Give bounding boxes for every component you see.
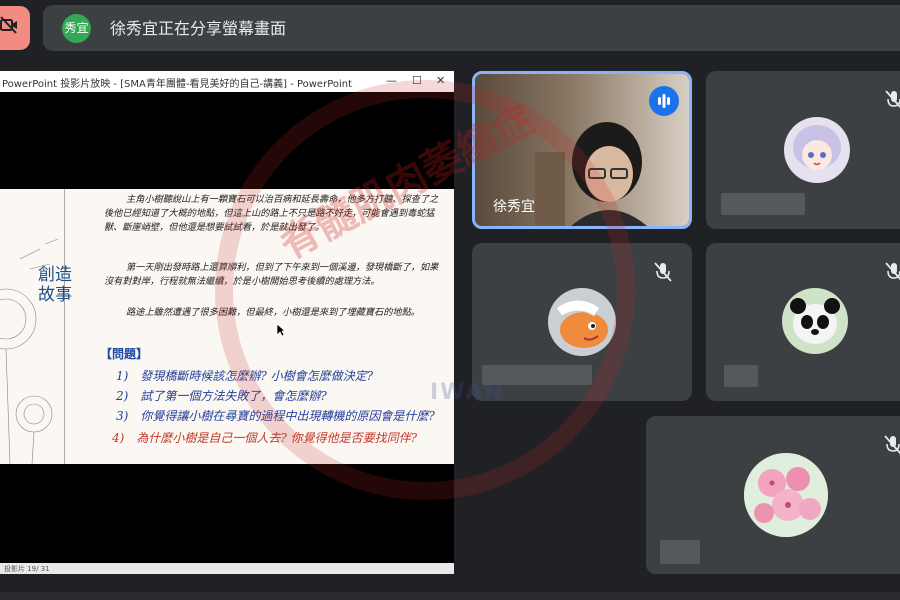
participant-tile-3[interactable] — [472, 243, 692, 401]
participant-name-redacted — [660, 540, 700, 564]
questions-heading: 【問題】 — [100, 347, 149, 361]
participant-avatar — [784, 117, 850, 183]
maximize-icon[interactable]: ☐ — [412, 74, 422, 87]
participant-tile-2[interactable] — [706, 71, 900, 229]
participant-name-redacted — [482, 365, 592, 385]
participant-tile-4[interactable] — [706, 243, 900, 401]
participant-avatar — [744, 453, 828, 537]
question-3: 3) 你覺得讓小樹在尋寶的過程中出現轉機的原因會是什麼? — [116, 409, 435, 423]
mic-off-icon — [654, 262, 672, 282]
mic-off-icon — [885, 262, 900, 281]
story-paragraph-1: 主角小樹聽說山上有一顆寶石可以治百病和延長壽命，他多方打聽、探查了之後他已經知道… — [104, 194, 439, 233]
dandelion-decoration — [0, 238, 59, 464]
screen-share-text: 徐秀宜正在分享螢幕畫面 — [110, 19, 287, 38]
presenter-avatar: 秀宜 — [62, 14, 91, 43]
camera-off-button[interactable] — [0, 6, 30, 50]
participant-name-redacted — [721, 193, 805, 215]
minimize-icon[interactable]: — — [386, 74, 397, 87]
slide: 創造故事 主角小樹聽說山上有一顆寶石可以治百病和延長壽命，他多方打聽、探查了之後… — [0, 189, 454, 464]
participant-tile-speaker[interactable]: 徐秀宜 — [472, 71, 692, 229]
question-1: 1) 發現橋斷時候該怎麼辦? 小樹會怎麼做決定? — [116, 369, 373, 383]
mic-off-icon — [884, 435, 900, 455]
slide-counter: 投影片 19/ 31 — [4, 565, 50, 573]
shared-screen[interactable]: PowerPoint 投影片放映 - [SMA青年團體-看見美好的自己-講義] … — [0, 71, 454, 574]
slide-heading: 創造故事 — [38, 265, 72, 305]
bottom-control-bar — [0, 592, 900, 600]
close-icon[interactable]: ✕ — [436, 74, 445, 87]
question-2: 2) 試了第一個方法失敗了，會怎麼辦? — [116, 389, 327, 403]
story-paragraph-2: 第一天剛出發時路上還算順利，但到了下午來到一個溪邊，發現橋斷了，如果沒有對對岸，… — [104, 262, 439, 287]
participant-avatar — [548, 288, 616, 356]
mic-off-icon — [885, 90, 900, 109]
camera-off-icon — [0, 16, 17, 34]
ppt-title-bar: PowerPoint 投影片放映 - [SMA青年團體-看見美好的自己-講義] … — [0, 71, 454, 92]
participant-avatar — [782, 288, 848, 354]
question-4: 4) 為什麼小樹是自己一個人去? 你覺得他是否要找同伴? — [112, 431, 418, 445]
participant-name: 徐秀宜 — [493, 199, 535, 215]
ppt-status-bar: 投影片 19/ 31 — [0, 563, 454, 574]
participant-name-redacted — [724, 365, 758, 387]
speaking-indicator — [649, 86, 679, 116]
mouse-cursor-icon — [276, 323, 286, 337]
slide-divider — [64, 189, 65, 464]
story-paragraph-3: 路途上雖然遭遇了很多困難，但最終，小樹還是來到了埋藏寶石的地點。 — [126, 307, 420, 318]
participant-tile-5[interactable] — [646, 416, 900, 574]
audio-level-icon — [658, 94, 670, 108]
ppt-window-title: PowerPoint 投影片放映 - [SMA青年團體-看見美好的自己-講義] … — [1, 79, 353, 90]
